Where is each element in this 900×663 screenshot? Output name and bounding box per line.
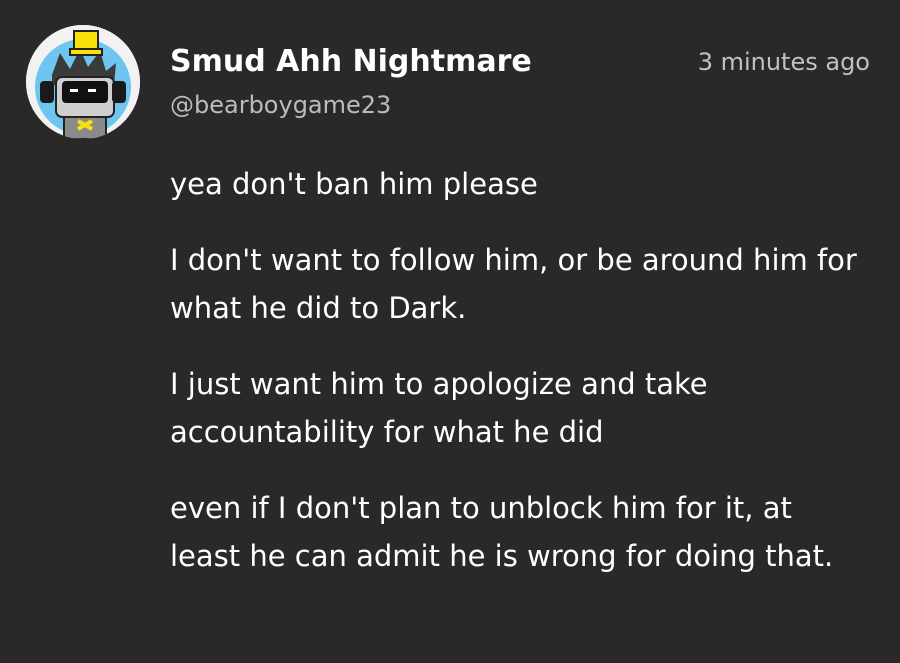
author-handle[interactable]: @bearboygame23	[170, 88, 391, 122]
post-timestamp: 3 minutes ago	[697, 48, 870, 76]
cartoon-character-avatar-icon	[26, 25, 140, 139]
comment-body: yea don't ban him please I don't want to…	[170, 160, 860, 608]
comment-paragraph: even if I don't plan to unblock him for …	[170, 491, 834, 573]
avatar[interactable]	[26, 25, 140, 139]
comment-paragraph: I just want him to apologize and take ac…	[170, 367, 708, 449]
comment-post: Smud Ahh Nightmare @bearboygame23 3 minu…	[0, 0, 900, 663]
comment-paragraph: I don't want to follow him, or be around…	[170, 243, 857, 325]
author-display-name[interactable]: Smud Ahh Nightmare	[170, 42, 532, 82]
comment-paragraph: yea don't ban him please	[170, 167, 538, 201]
